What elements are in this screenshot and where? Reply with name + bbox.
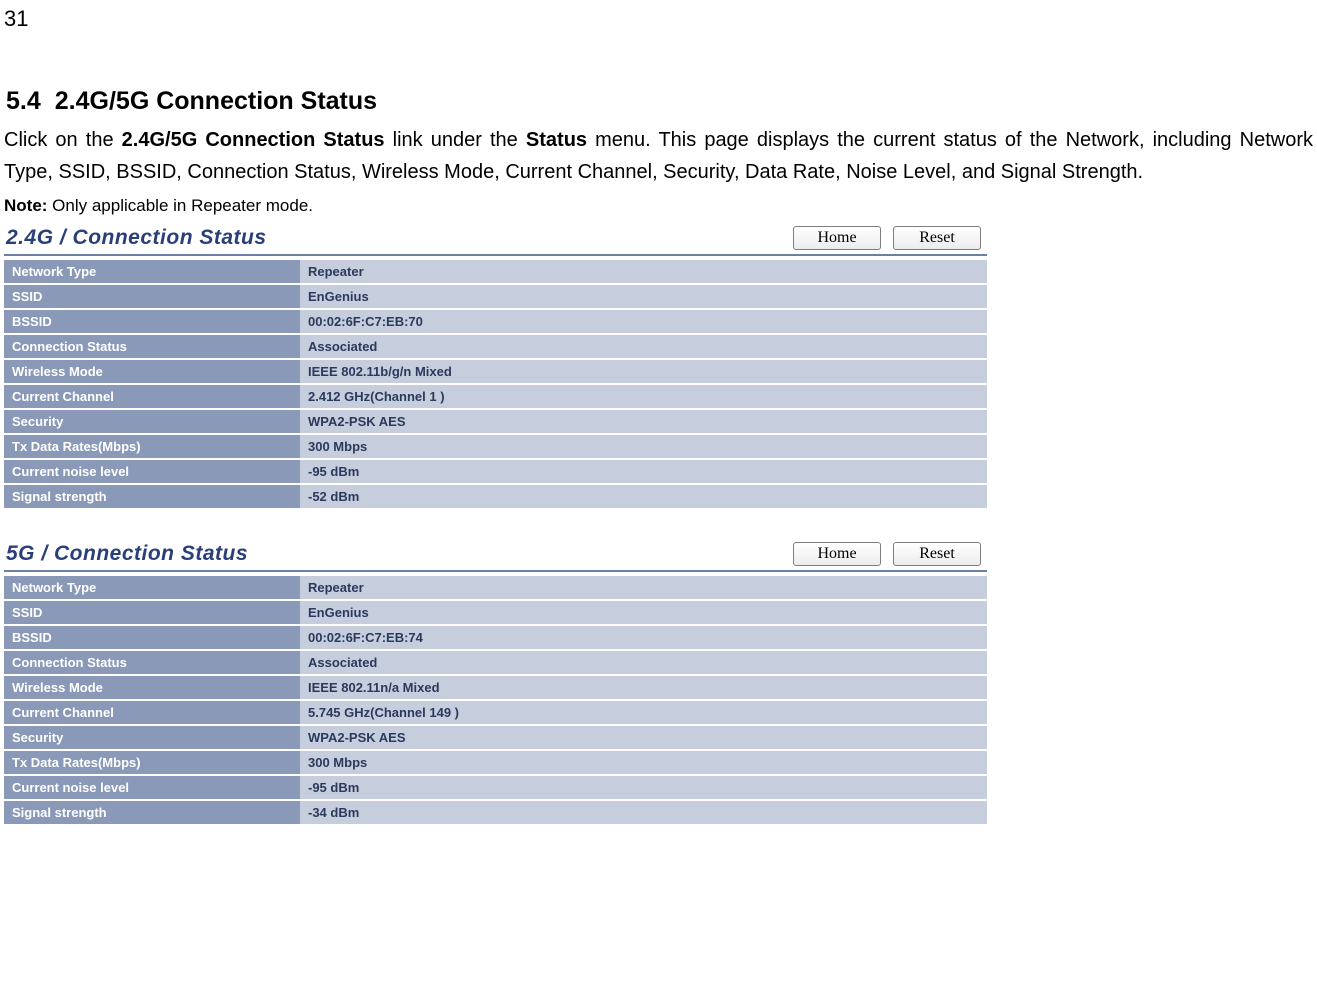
table-row: Signal strength-34 dBm [4,800,987,825]
label-network-type: Network Type [4,260,300,284]
value-network-type: Repeater [300,260,987,284]
value-connection-status: Associated [300,334,987,359]
table-row: Signal strength-52 dBm [4,484,987,509]
label-connection-status: Connection Status [4,650,300,675]
table-row: Tx Data Rates(Mbps)300 Mbps [4,750,987,775]
label-current-channel: Current Channel [4,700,300,725]
label-current-noise: Current noise level [4,775,300,800]
value-tx-data-rates: 300 Mbps [300,750,987,775]
label-tx-data-rates: Tx Data Rates(Mbps) [4,750,300,775]
value-signal-strength: -34 dBm [300,800,987,825]
table-row: Current Channel5.745 GHz(Channel 149 ) [4,700,987,725]
table-row: Current noise level-95 dBm [4,775,987,800]
value-bssid: 00:02:6F:C7:EB:74 [300,625,987,650]
table-row: BSSID00:02:6F:C7:EB:74 [4,625,987,650]
connection-status-panel-5g: 5G / Connection Status Home Reset Networ… [4,540,987,826]
intro-bold-menu: Status [526,129,587,151]
value-ssid: EnGenius [300,284,987,309]
divider [4,254,987,256]
value-wireless-mode: IEEE 802.11b/g/n Mixed [300,359,987,384]
value-current-channel: 2.412 GHz(Channel 1 ) [300,384,987,409]
value-connection-status: Associated [300,650,987,675]
table-row: Current noise level-95 dBm [4,459,987,484]
intro-mid1: link under the [385,129,526,151]
status-table-2g: Network TypeRepeater SSIDEnGenius BSSID0… [4,260,987,510]
connection-status-panel-2g: 2.4G / Connection Status Home Reset Netw… [4,224,987,510]
table-row: BSSID00:02:6F:C7:EB:70 [4,309,987,334]
label-connection-status: Connection Status [4,334,300,359]
label-bssid: BSSID [4,309,300,334]
label-bssid: BSSID [4,625,300,650]
intro-pre: Click on the [4,129,122,151]
label-signal-strength: Signal strength [4,484,300,509]
table-row: Network TypeRepeater [4,260,987,284]
note-line: Note: Only applicable in Repeater mode. [4,196,1313,216]
note-text: Only applicable in Repeater mode. [47,196,313,215]
panel-title-5g: 5G / Connection Status [6,542,248,566]
value-network-type: Repeater [300,576,987,600]
label-current-noise: Current noise level [4,459,300,484]
label-security: Security [4,725,300,750]
label-wireless-mode: Wireless Mode [4,359,300,384]
value-tx-data-rates: 300 Mbps [300,434,987,459]
label-signal-strength: Signal strength [4,800,300,825]
table-row: Connection StatusAssociated [4,650,987,675]
value-signal-strength: -52 dBm [300,484,987,509]
table-row: Tx Data Rates(Mbps)300 Mbps [4,434,987,459]
value-ssid: EnGenius [300,600,987,625]
table-row: SecurityWPA2-PSK AES [4,725,987,750]
value-security: WPA2-PSK AES [300,725,987,750]
label-security: Security [4,409,300,434]
reset-button[interactable]: Reset [893,226,981,250]
status-table-5g: Network TypeRepeater SSIDEnGenius BSSID0… [4,576,987,826]
value-current-noise: -95 dBm [300,459,987,484]
label-current-channel: Current Channel [4,384,300,409]
value-wireless-mode: IEEE 802.11n/a Mixed [300,675,987,700]
label-tx-data-rates: Tx Data Rates(Mbps) [4,434,300,459]
table-row: Current Channel2.412 GHz(Channel 1 ) [4,384,987,409]
intro-bold-link: 2.4G/5G Connection Status [122,129,385,151]
label-ssid: SSID [4,600,300,625]
value-bssid: 00:02:6F:C7:EB:70 [300,309,987,334]
panel-title-2g: 2.4G / Connection Status [6,226,267,250]
table-row: SecurityWPA2-PSK AES [4,409,987,434]
table-row: SSIDEnGenius [4,600,987,625]
intro-paragraph: Click on the 2.4G/5G Connection Status l… [4,124,1313,188]
table-row: Network TypeRepeater [4,576,987,600]
section-title: 2.4G/5G Connection Status [55,87,377,115]
table-row: Connection StatusAssociated [4,334,987,359]
label-ssid: SSID [4,284,300,309]
value-security: WPA2-PSK AES [300,409,987,434]
page-number: 31 [4,6,1317,32]
value-current-channel: 5.745 GHz(Channel 149 ) [300,700,987,725]
table-row: SSIDEnGenius [4,284,987,309]
home-button[interactable]: Home [793,226,881,250]
divider [4,570,987,572]
section-heading: 5.4 2.4G/5G Connection Status [6,87,1313,116]
label-wireless-mode: Wireless Mode [4,675,300,700]
note-label: Note: [4,196,47,215]
home-button[interactable]: Home [793,542,881,566]
label-network-type: Network Type [4,576,300,600]
value-current-noise: -95 dBm [300,775,987,800]
section-number: 5.4 [6,87,41,115]
table-row: Wireless ModeIEEE 802.11b/g/n Mixed [4,359,987,384]
table-row: Wireless ModeIEEE 802.11n/a Mixed [4,675,987,700]
reset-button[interactable]: Reset [893,542,981,566]
